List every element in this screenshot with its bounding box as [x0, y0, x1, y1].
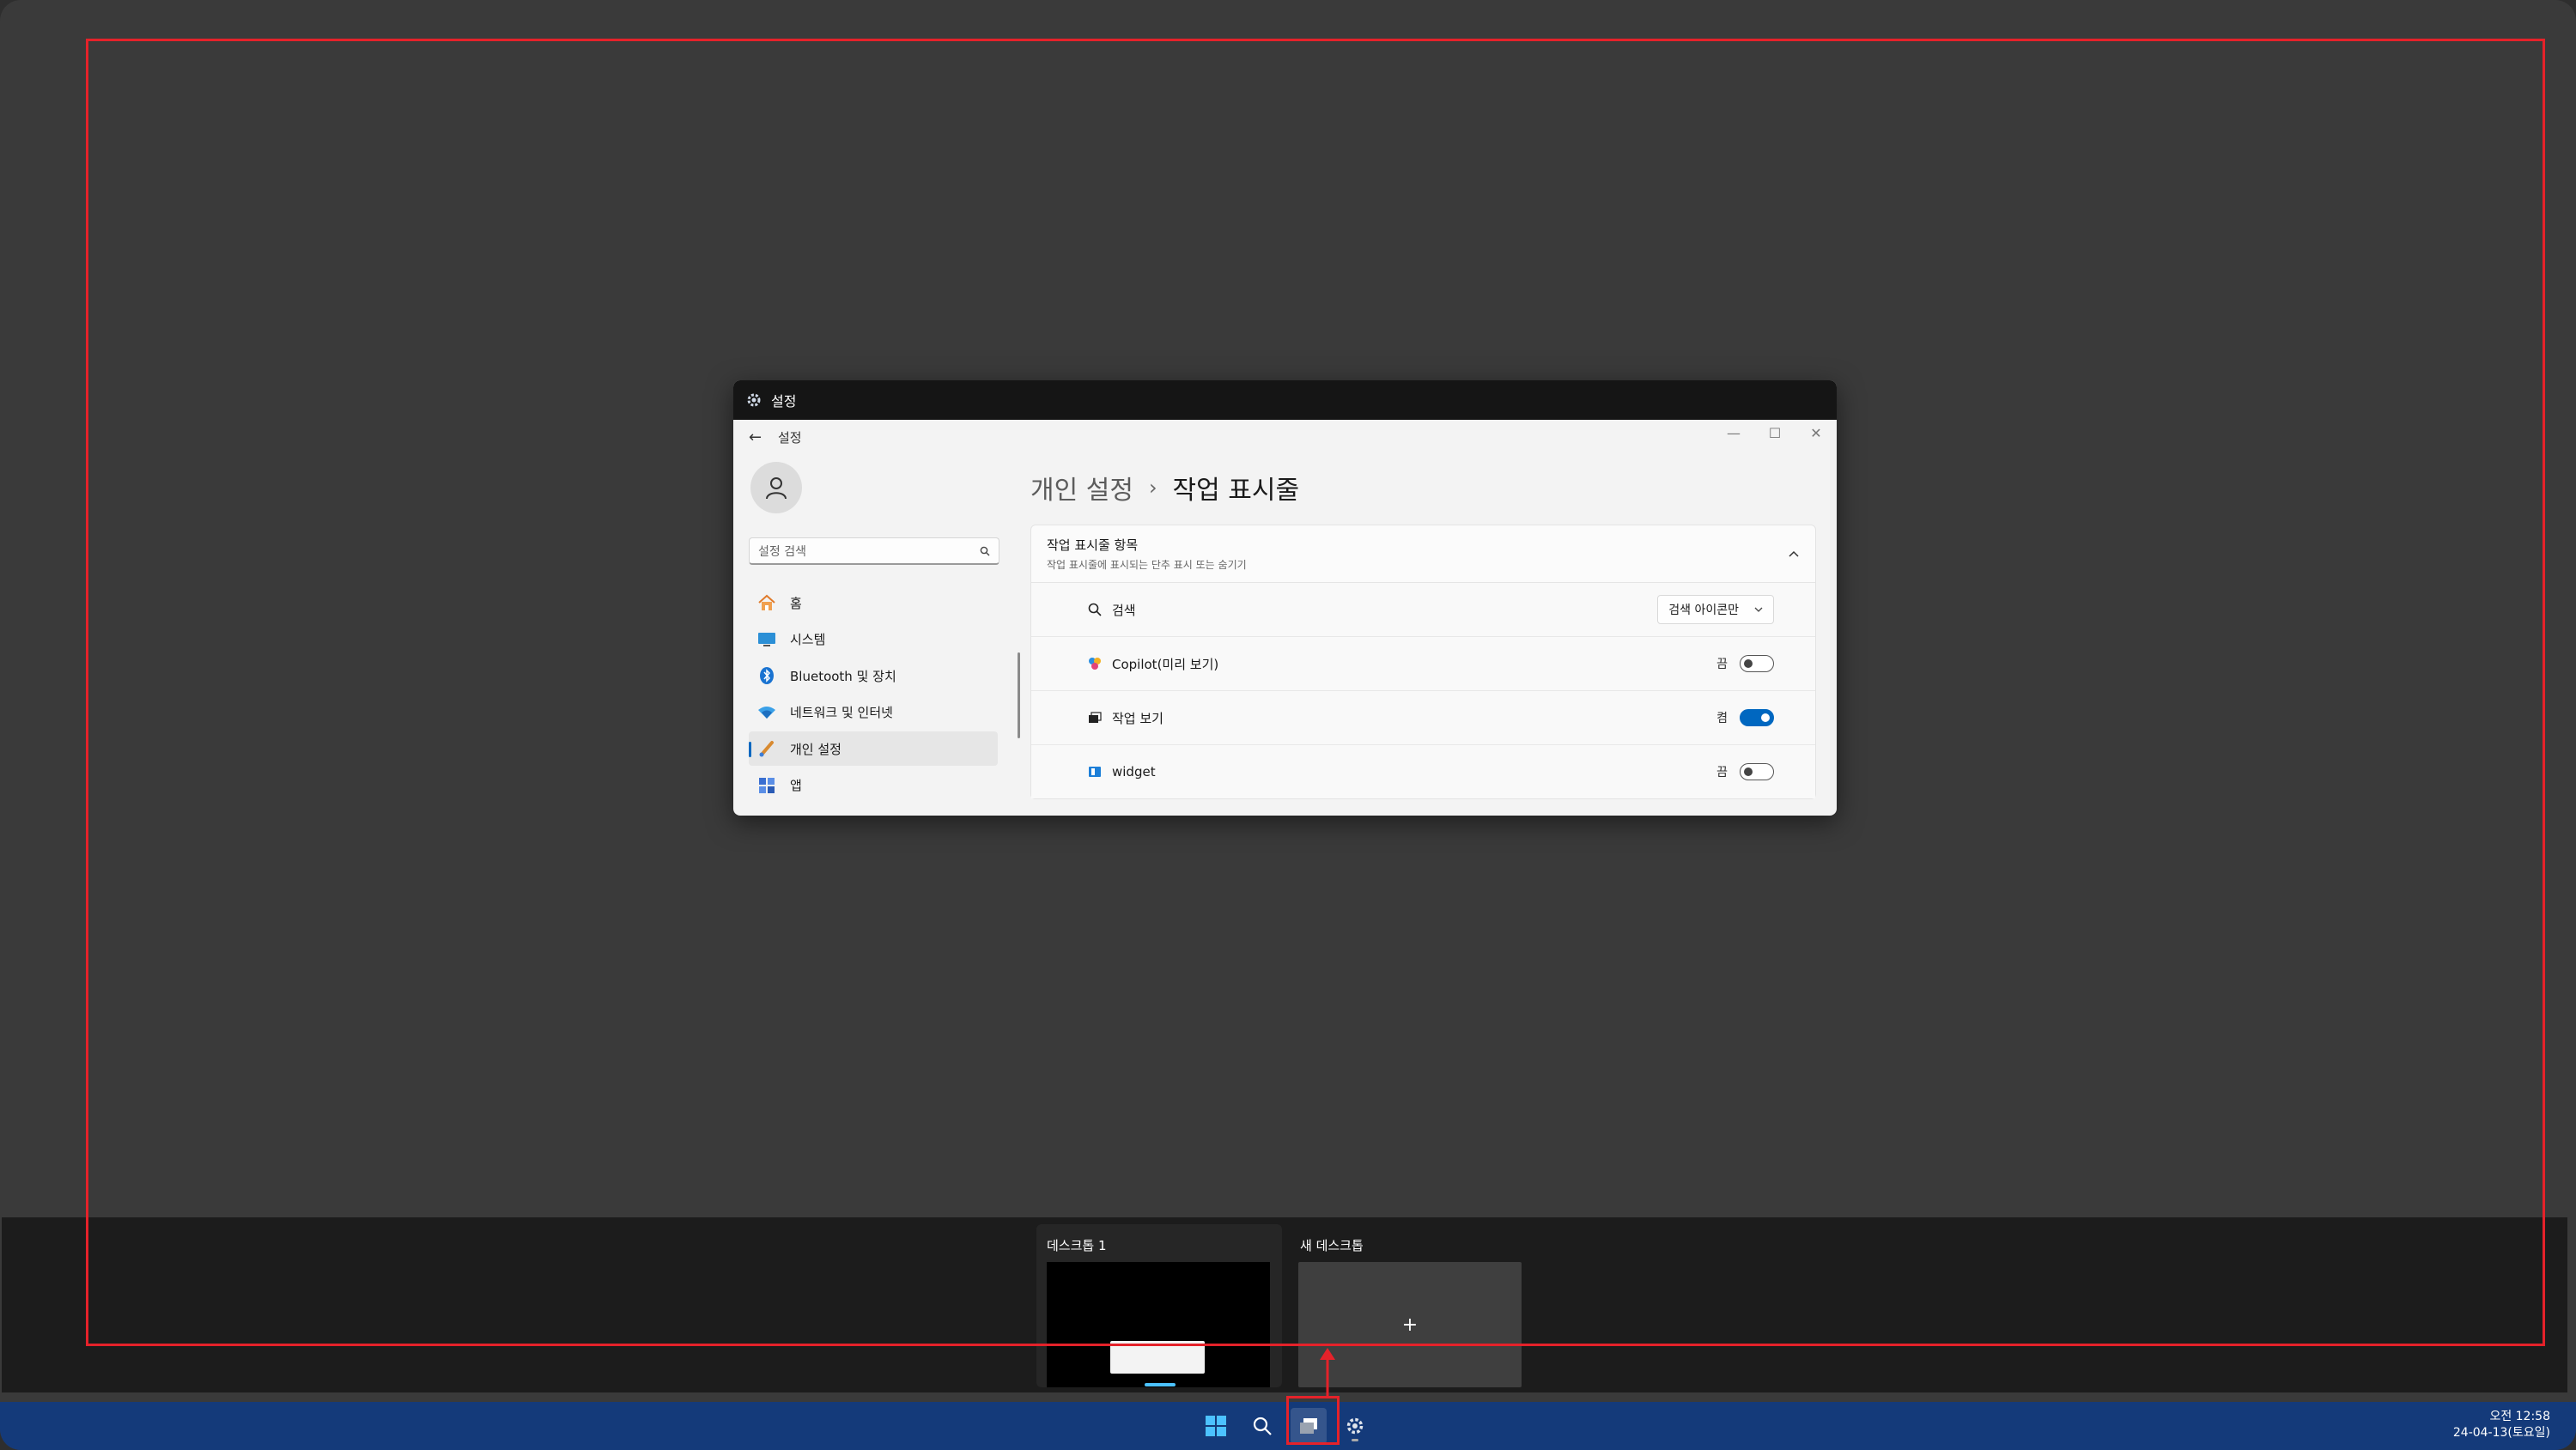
search-row: 검색 검색 아이콘만 [1031, 583, 1815, 637]
copilot-row-label: Copilot(미리 보기) [1112, 656, 1219, 672]
taskview-row: 작업 보기 켬 [1031, 691, 1815, 745]
clock-time: 오전 12:58 [2489, 1410, 2550, 1423]
back-arrow-icon[interactable]: ← [749, 428, 769, 446]
taskview-icon [1089, 712, 1102, 723]
virtual-desktops-strip: 데스크톱 1 새 데스크톱 + [2, 1217, 2567, 1392]
desktop-1-thumbnail[interactable] [1047, 1262, 1270, 1387]
widget-toggle[interactable] [1740, 763, 1774, 780]
desktop-1-label: 데스크톱 1 [1047, 1238, 1107, 1253]
settings-sidebar: 설정 검색 홈 시스템 Bluetooth 및 장치 네트워크 및 인터넷 개인… [749, 462, 1020, 804]
search-mode-dropdown[interactable]: 검색 아이콘만 [1657, 595, 1774, 624]
section-title: 작업 표시줄 항목 [1047, 537, 1139, 553]
maximize-button[interactable]: ☐ [1754, 420, 1795, 454]
settings-search-input[interactable]: 설정 검색 [749, 537, 999, 565]
sidebar-item-system[interactable]: 시스템 [749, 622, 998, 657]
taskview-toggle[interactable] [1740, 709, 1774, 726]
page-title: 작업 표시줄 [1172, 476, 1300, 506]
sidebar-item-label: 앱 [790, 778, 802, 793]
mini-window-thumbnail [1110, 1341, 1205, 1374]
new-desktop[interactable]: 새 데스크톱 + [1290, 1224, 1535, 1387]
taskview-row-label: 작업 보기 [1112, 710, 1163, 726]
apps-icon [757, 776, 776, 795]
taskbar: 오전 12:58 24-04-13(토요일) [0, 1402, 2576, 1450]
breadcrumb-parent[interactable]: 개인 설정 [1030, 469, 1133, 507]
new-desktop-label: 새 데스크톱 [1300, 1238, 1364, 1253]
sidebar-item-label: 개인 설정 [790, 741, 841, 757]
app-title: 설정 [778, 429, 802, 446]
avatar[interactable] [750, 462, 802, 513]
start-button[interactable] [1198, 1408, 1234, 1444]
widget-state-label: 끔 [1716, 766, 1728, 780]
sidebar-item-network[interactable]: 네트워크 및 인터넷 [749, 695, 998, 730]
settings-taskbar-button[interactable] [1337, 1408, 1373, 1444]
taskview-icon [1300, 1418, 1317, 1434]
copilot-icon [1089, 658, 1101, 670]
caption-buttons: — ☐ ✕ [1713, 420, 1837, 454]
bluetooth-icon [757, 666, 776, 685]
copilot-toggle[interactable] [1740, 655, 1774, 672]
wifi-icon [757, 703, 776, 722]
chevron-up-icon[interactable] [1788, 549, 1800, 558]
task-view-button[interactable] [1291, 1408, 1327, 1444]
search-row-label: 검색 [1112, 602, 1136, 618]
minimize-button[interactable]: — [1713, 420, 1754, 454]
settings-window-thumbnail[interactable]: 설정 ← 설정 — ☐ ✕ 설정 검색 홈 시스템 Bluetooth 및 장치… [733, 380, 1837, 816]
settings-content: 개인 설정 › 작업 표시줄 작업 표시줄 항목 작업 표시줄에 표시되는 단추… [1030, 466, 1816, 799]
taskbar-icons [1198, 1402, 1373, 1450]
copilot-row: Copilot(미리 보기) 끔 [1031, 637, 1815, 691]
windows-logo-icon [1206, 1416, 1226, 1436]
taskbar-search-button[interactable] [1244, 1408, 1280, 1444]
sidebar-item-bluetooth[interactable]: Bluetooth 및 장치 [749, 658, 998, 693]
widget-row-label: widget [1112, 764, 1156, 780]
sidebar-nav: 홈 시스템 Bluetooth 및 장치 네트워크 및 인터넷 개인 설정 앱 [749, 585, 1006, 803]
brush-icon [757, 739, 776, 758]
sidebar-item-label: 홈 [790, 595, 802, 611]
taskbar-items-header[interactable]: 작업 표시줄 항목 작업 표시줄에 표시되는 단추 표시 또는 숨기기 [1031, 525, 1815, 583]
breadcrumb-separator: › [1148, 476, 1157, 500]
sidebar-item-apps[interactable]: 앱 [749, 768, 998, 803]
breadcrumb: 개인 설정 › 작업 표시줄 [1030, 466, 1816, 509]
plus-icon: + [1401, 1313, 1419, 1336]
app-title-bar: ← 설정 — ☐ ✕ [733, 420, 1837, 454]
search-icon [980, 546, 990, 555]
window-caption-bar: 설정 [733, 380, 1837, 420]
section-subtitle: 작업 표시줄에 표시되는 단추 표시 또는 숨기기 [1047, 559, 1247, 571]
widget-row: widget 끔 [1031, 745, 1815, 798]
taskview-state-label: 켬 [1716, 712, 1728, 725]
virtual-desktop-1[interactable]: 데스크톱 1 [1036, 1224, 1282, 1387]
sidebar-scrollbar[interactable] [1018, 652, 1020, 738]
sidebar-item-label: 네트워크 및 인터넷 [790, 705, 893, 720]
search-icon [1088, 603, 1102, 616]
system-clock[interactable]: 오전 12:58 24-04-13(토요일) [2453, 1409, 2550, 1441]
gear-icon [1346, 1417, 1364, 1435]
active-desktop-indicator [1145, 1383, 1176, 1386]
sidebar-item-home[interactable]: 홈 [749, 585, 998, 620]
running-indicator [1352, 1439, 1358, 1441]
widget-icon [1089, 767, 1101, 777]
new-desktop-button[interactable]: + [1298, 1262, 1522, 1387]
desktop-background: 설정 ← 설정 — ☐ ✕ 설정 검색 홈 시스템 Bluetooth 및 장치… [0, 0, 2576, 1450]
chevron-down-icon [1754, 607, 1763, 612]
clock-date: 24-04-13(토요일) [2452, 1426, 2550, 1440]
user-icon [766, 477, 787, 500]
dropdown-value: 검색 아이콘만 [1668, 604, 1739, 617]
sidebar-item-label: Bluetooth 및 장치 [790, 668, 896, 684]
taskbar-items-card: 작업 표시줄 항목 작업 표시줄에 표시되는 단추 표시 또는 숨기기 검색 검… [1030, 525, 1816, 799]
gear-icon [747, 393, 761, 407]
search-placeholder: 설정 검색 [758, 544, 806, 559]
sidebar-item-label: 시스템 [790, 632, 826, 647]
home-icon [757, 593, 776, 612]
monitor-icon [757, 630, 776, 649]
search-icon [1253, 1417, 1272, 1435]
copilot-state-label: 끔 [1716, 658, 1728, 671]
close-button[interactable]: ✕ [1795, 420, 1837, 454]
window-caption-title: 설정 [771, 393, 797, 410]
sidebar-item-personalization[interactable]: 개인 설정 [749, 731, 998, 766]
